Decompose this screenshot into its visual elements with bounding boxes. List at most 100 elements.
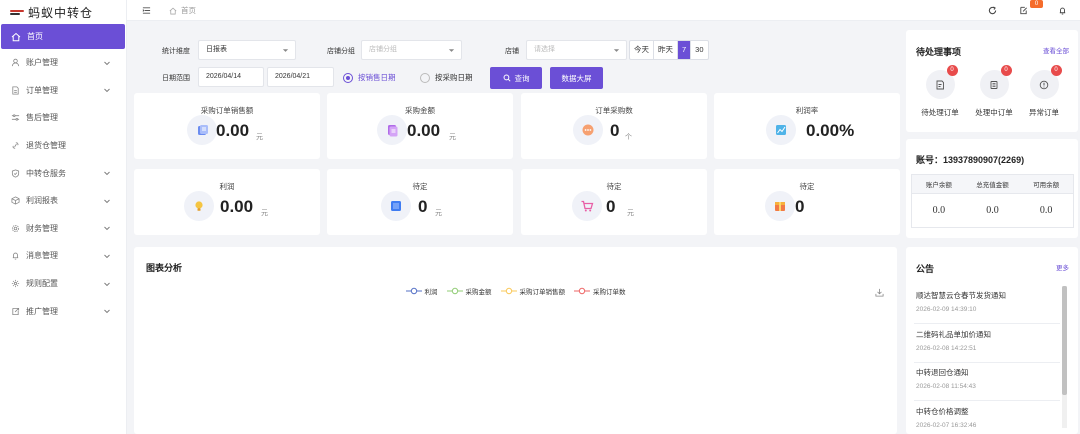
todo-badge: 0 — [1000, 65, 1012, 76]
sidebar-item-7[interactable]: 财务管理 — [0, 215, 126, 243]
breadcrumb-label: 首页 — [181, 6, 196, 15]
stat-value: 0 — [418, 197, 428, 216]
todo-badge: 0 — [1050, 65, 1062, 76]
sidebar-item-label: 账户管理 — [26, 58, 58, 68]
balance-value: 0.0 — [932, 205, 946, 216]
more-link[interactable]: 更多 — [1056, 262, 1069, 272]
sidebar-item-home[interactable]: 首页 — [1, 24, 125, 49]
cube-icon — [11, 196, 20, 205]
sidebar-item-10[interactable]: 推广管理 — [0, 297, 126, 325]
stat-label: 待定 — [412, 182, 428, 191]
sidebar-item-5[interactable]: 中转仓服务 — [0, 159, 126, 187]
notice-item[interactable]: 中转仓价格调整 2026-02-07 16:32:46 — [914, 402, 1060, 434]
top-bar: 首页 — [127, 0, 1080, 21]
sidebar-item-label: 中转仓服务 — [26, 168, 66, 178]
notice-item[interactable]: 顺达智慧云仓春节发货通知 2026-02-09 14:39:10 — [914, 286, 1060, 324]
order-processing-icon — [990, 80, 998, 89]
settings-icon — [11, 279, 20, 288]
radio-sale-date[interactable]: 按销售日期 — [343, 72, 396, 83]
app-name: 蚂蚁中转仓 — [28, 5, 94, 20]
chart-icon — [766, 115, 796, 145]
sidebar-item-3[interactable]: 售后管理 — [0, 104, 126, 132]
dimension-select[interactable]: 日报表 — [198, 40, 296, 60]
stat-value: 0 — [795, 197, 805, 216]
notice-title: 顺达智慧云仓春节发货通知 — [916, 291, 1006, 300]
chevron-down-icon — [104, 89, 110, 93]
stat-card: 采购金额 0.00 元 — [327, 93, 513, 159]
todo-item[interactable]: 0 处理中订单 — [969, 65, 1019, 118]
shop-group-label: 店铺分组 — [327, 48, 355, 55]
stack-icon — [381, 191, 411, 221]
sidebar-item-6[interactable]: 利润报表 — [0, 187, 126, 215]
edit-icon[interactable] — [1019, 6, 1028, 15]
legend-item[interactable]: 采购订单销售额 — [500, 286, 566, 296]
legend-item[interactable]: 采购金额 — [446, 286, 492, 296]
date-start-input[interactable]: 2026/04/14 — [198, 67, 264, 87]
sidebar-item-label: 售后管理 — [26, 113, 58, 123]
chart-title: 图表分析 — [146, 263, 183, 273]
home-icon — [169, 7, 177, 14]
stat-label: 采购订单销售额 — [200, 106, 254, 115]
stat-label: 采购金额 — [405, 106, 435, 115]
radio-purchase-date-label: 按采购日期 — [435, 73, 473, 82]
scrollbar-thumb[interactable] — [1062, 286, 1067, 395]
stat-card: 待定 0 元 — [521, 169, 707, 235]
sidebar-item-label: 利润报表 — [26, 196, 58, 206]
bell-icon[interactable] — [1058, 6, 1067, 15]
caret-down-icon — [282, 49, 289, 52]
legend-item[interactable]: 利润 — [405, 286, 438, 296]
logo-icon — [10, 9, 24, 15]
sidebar-item-2[interactable]: 订单管理 — [0, 77, 126, 105]
legend-label: 利润 — [424, 289, 438, 296]
shop-select[interactable]: 请选择 — [526, 40, 627, 60]
query-button-label: 查询 — [514, 73, 530, 83]
stat-unit: 元 — [627, 210, 634, 217]
legend-line-icon — [405, 287, 422, 295]
balance-header: 总充值金额 — [976, 182, 1009, 189]
radio-purchase-date[interactable]: 按采购日期 — [420, 72, 473, 83]
breadcrumb[interactable]: 首页 — [169, 5, 196, 16]
overview-panel: 统计维度 日报表 店铺分组 店铺分组 店铺 请选择 今天 昨天 7 30 日期范围 2… — [134, 30, 900, 245]
sidebar-item-9[interactable]: 规则配置 — [0, 270, 126, 298]
dimension-value: 日报表 — [206, 46, 227, 53]
download-icon[interactable] — [875, 288, 884, 297]
dashboard-button[interactable]: 数据大屏 — [550, 67, 603, 89]
view-all-link[interactable]: 查看全部 — [1043, 45, 1069, 55]
sidebar-item-label: 推广管理 — [26, 306, 58, 316]
stat-label: 待定 — [799, 182, 815, 191]
refresh-icon[interactable] — [988, 6, 997, 15]
sidebar-item-8[interactable]: 消息管理 — [0, 242, 126, 270]
quick-range-4[interactable]: 30 — [691, 41, 707, 59]
legend-item[interactable]: 采购订单数 — [574, 286, 626, 296]
stat-card: 利润 0.00 元 — [134, 169, 320, 235]
chevron-down-icon — [104, 61, 110, 65]
sidebar-item-4[interactable]: 退货仓管理 — [0, 132, 126, 160]
quick-range-2[interactable]: 昨天 — [654, 41, 678, 59]
stat-label: 利润 — [219, 182, 235, 191]
order-pending-icon — [936, 80, 944, 89]
user-icon — [11, 59, 20, 67]
notice-item[interactable]: 中转退回仓通知 2026-02-08 11:54:43 — [914, 363, 1060, 401]
todo-icon-circle: 0 — [979, 65, 1012, 99]
stat-value: 0 — [610, 121, 620, 140]
menu-toggle-icon[interactable] — [142, 6, 151, 15]
chart-panel: 图表分析 利润 采购金额 采购订单销售额 采购订单数 — [134, 247, 897, 434]
chevron-down-icon — [104, 199, 110, 203]
legend-label: 采购订单销售额 — [519, 289, 566, 296]
notice-item[interactable]: 二维码礼品单加价通知 2026-02-08 14:22:51 — [914, 325, 1060, 363]
date-end-input[interactable]: 2026/04/21 — [267, 67, 334, 87]
quick-range-1[interactable]: 今天 — [630, 41, 654, 59]
shop-group-select[interactable]: 店铺分组 — [361, 40, 462, 60]
sidebar-item-1[interactable]: 账户管理 — [0, 49, 126, 77]
legend-label: 采购金额 — [465, 289, 492, 296]
stat-unit: 元 — [261, 210, 268, 217]
notice-panel: 公告 更多 顺达智慧云仓春节发货通知 2026-02-09 14:39:10 二维码… — [906, 247, 1078, 434]
dashboard-button-label: 数据大屏 — [561, 73, 592, 83]
query-button[interactable]: 查询 — [490, 67, 542, 89]
balance-value: 0.0 — [1039, 205, 1053, 216]
legend-line-icon — [574, 287, 590, 295]
quick-range-3[interactable]: 7 — [678, 41, 692, 59]
todo-item[interactable]: 0 异常订单 — [1019, 65, 1069, 118]
todo-item[interactable]: 0 待处理订单 — [915, 65, 965, 118]
sliders-icon — [11, 114, 20, 122]
